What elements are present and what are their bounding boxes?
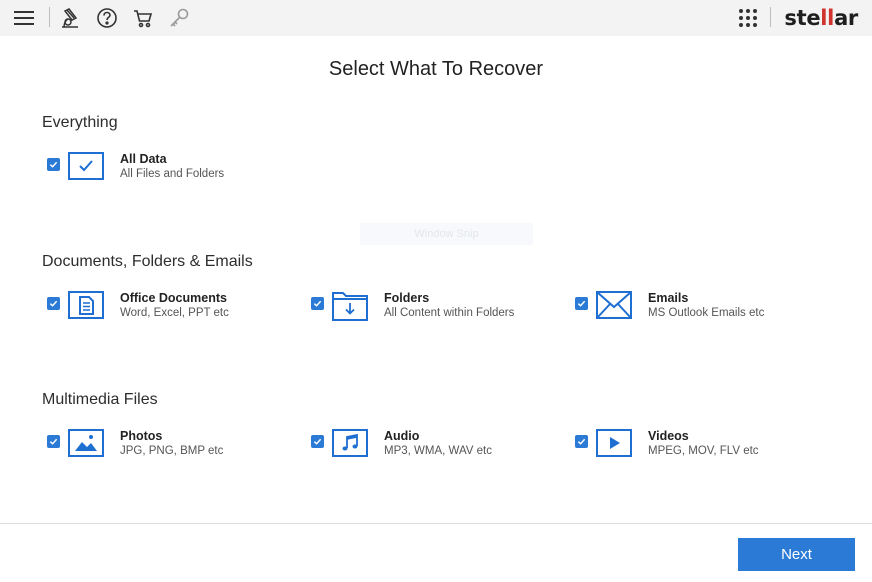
section-heading-multimedia: Multimedia Files	[42, 391, 158, 408]
apps-grid-icon[interactable]	[734, 4, 762, 32]
scan-engine-icon[interactable]	[56, 4, 84, 32]
option-photos[interactable]: Photos JPG, PNG, BMP etc	[47, 428, 277, 468]
option-title: Audio	[384, 429, 420, 443]
option-title: All Data	[120, 152, 167, 166]
option-emails[interactable]: Emails MS Outlook Emails etc	[575, 290, 805, 330]
option-subtitle: MPEG, MOV, FLV etc	[648, 445, 759, 457]
window-snip-watermark: Window Snip	[360, 223, 533, 245]
option-videos[interactable]: Videos MPEG, MOV, FLV etc	[575, 428, 805, 468]
section-heading-documents: Documents, Folders & Emails	[42, 253, 253, 270]
option-folders[interactable]: Folders All Content within Folders	[311, 290, 541, 330]
option-title: Videos	[648, 429, 689, 443]
option-subtitle: All Content within Folders	[384, 307, 515, 319]
checkbox-videos[interactable]	[575, 435, 588, 448]
top-toolbar: stellar	[0, 0, 872, 36]
envelope-icon	[595, 290, 633, 320]
checkbox-office-documents[interactable]	[47, 297, 60, 310]
option-subtitle: All Files and Folders	[120, 168, 225, 180]
checkbox-photos[interactable]	[47, 435, 60, 448]
page-title: Select What To Recover	[328, 58, 544, 80]
checkbox-emails[interactable]	[575, 297, 588, 310]
music-note-icon	[331, 428, 369, 458]
option-subtitle: MP3, WMA, WAV etc	[384, 445, 492, 457]
photo-icon	[67, 428, 105, 458]
stellar-logo: stellar	[784, 6, 858, 30]
next-button[interactable]: Next	[738, 538, 855, 571]
check-box-icon	[67, 151, 105, 181]
option-office-documents[interactable]: Office Documents Word, Excel, PPT etc	[47, 290, 277, 330]
footer-divider	[0, 523, 872, 524]
option-title: Emails	[648, 291, 689, 305]
option-subtitle: Word, Excel, PPT etc	[120, 307, 229, 319]
key-icon[interactable]	[165, 4, 193, 32]
option-title: Office Documents	[120, 291, 227, 305]
document-icon	[67, 290, 105, 320]
option-title: Folders	[384, 291, 430, 305]
play-icon	[595, 428, 633, 458]
checkbox-folders[interactable]	[311, 297, 324, 310]
option-audio[interactable]: Audio MP3, WMA, WAV etc	[311, 428, 541, 468]
toolbar-divider	[49, 7, 50, 27]
option-title: Photos	[120, 429, 163, 443]
menu-icon[interactable]	[10, 4, 38, 32]
folder-icon	[331, 290, 369, 321]
option-subtitle: MS Outlook Emails etc	[648, 307, 765, 319]
checkbox-audio[interactable]	[311, 435, 324, 448]
cart-icon[interactable]	[129, 4, 157, 32]
option-all-data[interactable]: All Data All Files and Folders	[47, 151, 277, 191]
toolbar-divider	[770, 7, 771, 27]
section-heading-everything: Everything	[42, 114, 118, 131]
help-icon[interactable]	[93, 4, 121, 32]
checkbox-all-data[interactable]	[47, 158, 60, 171]
option-subtitle: JPG, PNG, BMP etc	[120, 445, 224, 457]
